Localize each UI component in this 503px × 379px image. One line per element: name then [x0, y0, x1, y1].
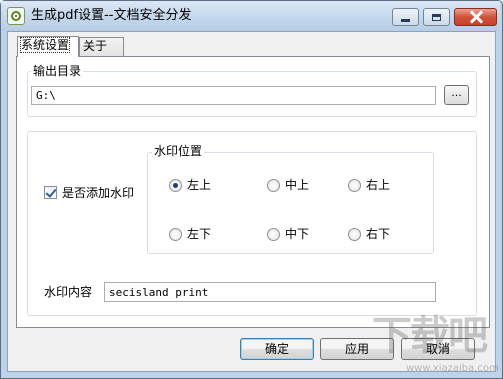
tab-system-settings[interactable]: 系统设置 — [17, 36, 79, 57]
radio-bottom-right-label[interactable]: 右下 — [366, 226, 390, 242]
add-watermark-label[interactable]: 是否添加水印 — [62, 185, 134, 201]
close-button[interactable] — [454, 8, 497, 26]
radio-bottom-right[interactable] — [348, 228, 361, 241]
radio-bottom-center-label[interactable]: 中下 — [285, 226, 309, 242]
radio-top-right-label[interactable]: 右上 — [366, 177, 390, 193]
output-directory-label: 输出目录 — [31, 64, 84, 78]
radio-top-center-label[interactable]: 中上 — [285, 177, 309, 193]
browse-button[interactable]: ... — [444, 85, 469, 105]
radio-top-center[interactable] — [267, 179, 280, 192]
watermark-position-label: 水印位置 — [152, 144, 205, 158]
tab-label: 系统设置 — [19, 37, 71, 53]
radio-top-left[interactable] — [169, 179, 182, 192]
radio-bottom-center[interactable] — [267, 228, 280, 241]
radio-bottom-left-label[interactable]: 左下 — [187, 226, 211, 242]
maximize-button[interactable] — [423, 8, 450, 26]
close-icon — [469, 10, 483, 24]
radio-bottom-left[interactable] — [169, 228, 182, 241]
shield-app-icon — [7, 7, 25, 25]
minimize-button[interactable] — [392, 8, 419, 26]
radio-top-left-label[interactable]: 左上 — [187, 177, 211, 193]
watermark-content-input[interactable] — [104, 282, 436, 302]
radio-top-right[interactable] — [348, 179, 361, 192]
maximize-icon — [432, 13, 441, 21]
minimize-icon — [401, 18, 410, 22]
tab-label: 关于 — [83, 39, 108, 53]
window-title: 生成pdf设置--文档安全分发 — [31, 8, 192, 23]
watermark-content-label: 水印内容 — [44, 285, 93, 299]
output-path-input[interactable] — [31, 86, 436, 105]
add-watermark-checkbox[interactable] — [44, 186, 57, 199]
ok-button[interactable]: 确定 — [240, 338, 314, 360]
site-watermark-url: www.xiazaiba.com — [406, 363, 499, 374]
site-watermark-logo: 下载吧 — [372, 313, 488, 359]
tab-about[interactable]: 关于 — [79, 37, 124, 56]
